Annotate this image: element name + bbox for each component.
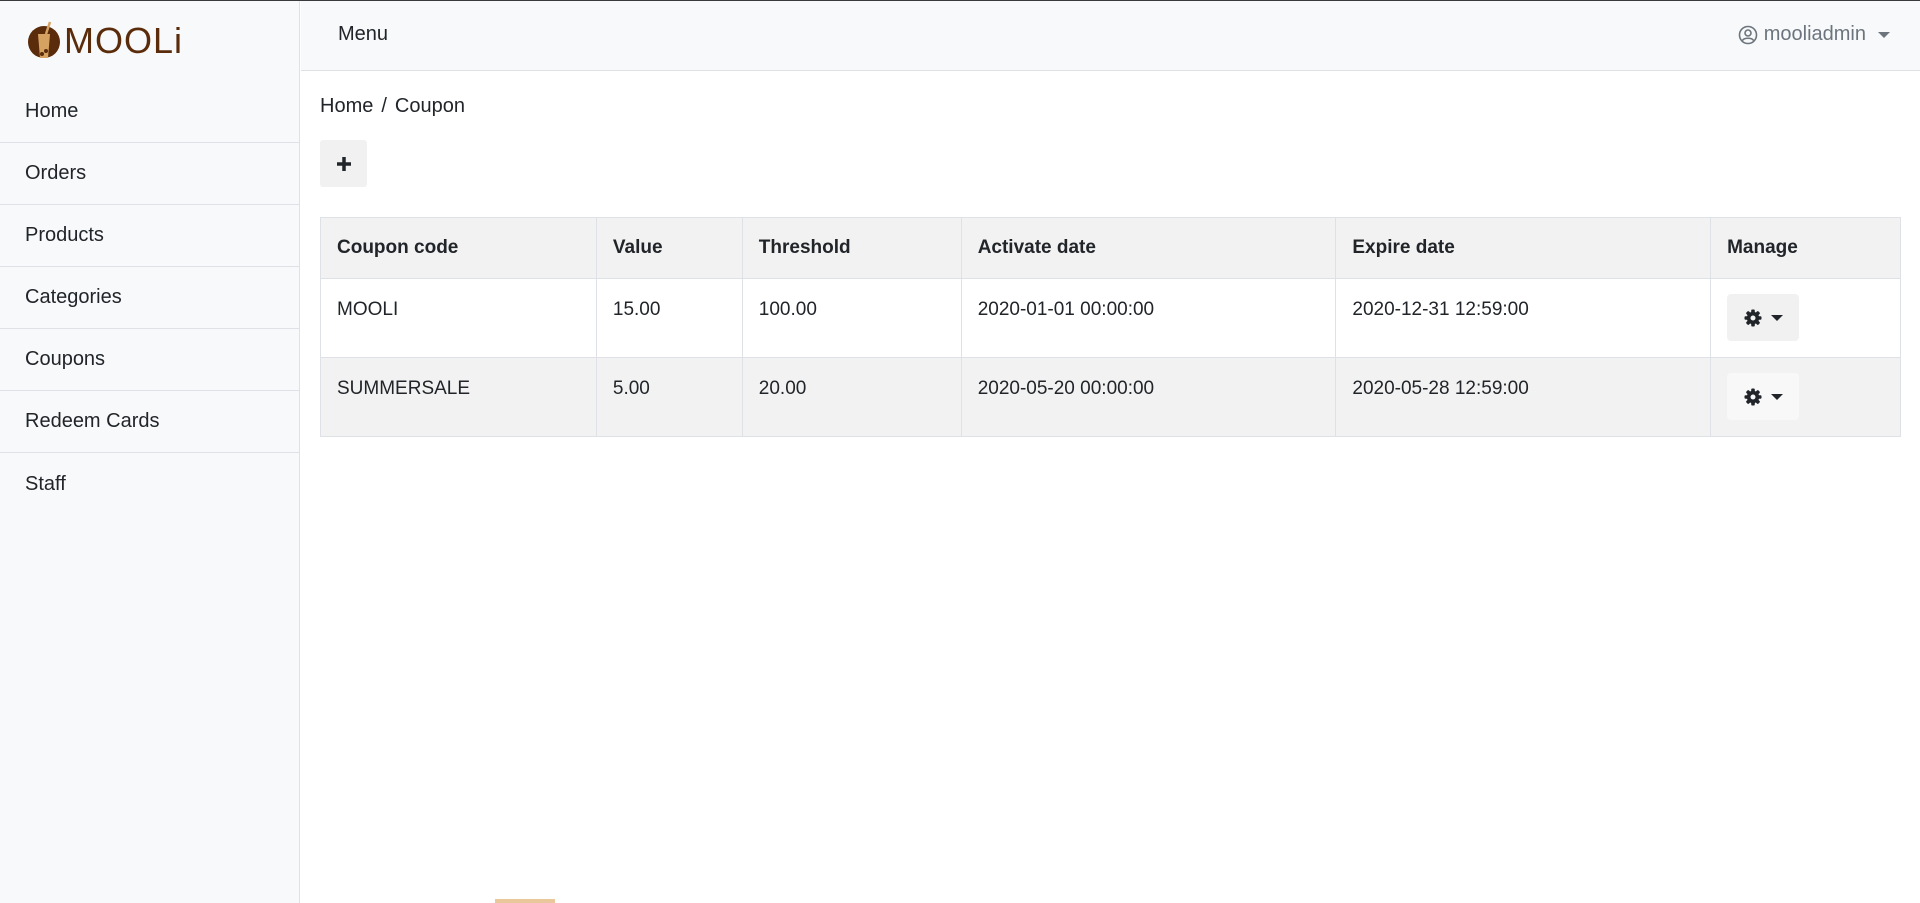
gear-icon <box>1744 309 1762 326</box>
manage-dropdown-button[interactable] <box>1727 373 1800 420</box>
sidebar-item-coupons[interactable]: Coupons <box>0 329 299 391</box>
sidebar-item-orders[interactable]: Orders <box>0 143 299 205</box>
gear-icon <box>1744 388 1762 405</box>
cell-expire-date: 2020-05-28 12:59:00 <box>1335 357 1712 437</box>
column-header-manage: Manage <box>1710 217 1901 279</box>
cell-expire-date: 2020-12-31 12:59:00 <box>1335 278 1712 358</box>
cell-activate-date: 2020-05-20 00:00:00 <box>960 357 1337 437</box>
cell-threshold: 100.00 <box>741 278 962 358</box>
cell-coupon-code: MOOLI <box>320 278 597 358</box>
user-dropdown[interactable]: mooliadmin <box>1738 23 1890 46</box>
menu-toggle[interactable]: Menu <box>338 23 388 46</box>
column-header-expire-date: Expire date <box>1335 217 1712 279</box>
table-row: SUMMERSALE 5.00 20.00 2020-05-20 00:00:0… <box>320 357 1901 437</box>
cell-value: 15.00 <box>595 278 743 358</box>
taskbar-edge <box>495 899 555 903</box>
cell-manage <box>1710 357 1901 437</box>
bubble-tea-logo-icon <box>26 20 62 62</box>
plus-icon <box>336 156 351 171</box>
coupon-table: Coupon code Value Threshold Activate dat… <box>320 217 1901 437</box>
user-name: mooliadmin <box>1763 23 1866 45</box>
sidebar-item-home[interactable]: Home <box>0 81 299 143</box>
column-header-activate-date: Activate date <box>960 217 1337 279</box>
table-header-row: Coupon code Value Threshold Activate dat… <box>320 217 1901 279</box>
chevron-down-icon <box>1770 393 1783 400</box>
table-row: MOOLI 15.00 100.00 2020-01-01 00:00:00 2… <box>320 278 1901 358</box>
cell-value: 5.00 <box>595 357 743 437</box>
sidebar-item-products[interactable]: Products <box>0 205 299 267</box>
breadcrumb: Home / Coupon <box>320 95 465 118</box>
sidebar-item-categories[interactable]: Categories <box>0 267 299 329</box>
cell-coupon-code: SUMMERSALE <box>320 357 597 437</box>
chevron-down-icon <box>1770 314 1783 321</box>
breadcrumb-current: Coupon <box>394 95 465 117</box>
top-navbar: Menu mooliadmin <box>301 1 1920 71</box>
chevron-down-icon <box>1878 31 1890 38</box>
cell-threshold: 20.00 <box>741 357 962 437</box>
sidebar-item-redeem-cards[interactable]: Redeem Cards <box>0 391 299 453</box>
brand-logo[interactable]: MOOLi <box>0 1 299 81</box>
manage-dropdown-button[interactable] <box>1727 294 1800 341</box>
breadcrumb-home[interactable]: Home <box>320 95 373 117</box>
cell-manage <box>1710 278 1901 358</box>
brand-name: MOOLi <box>64 20 184 61</box>
add-coupon-button[interactable] <box>320 140 367 187</box>
cell-activate-date: 2020-01-01 00:00:00 <box>960 278 1337 358</box>
breadcrumb-separator: / <box>381 95 387 117</box>
column-header-value: Value <box>595 217 743 279</box>
sidebar: MOOLi Home Orders Products Categories Co… <box>0 1 300 903</box>
user-circle-icon <box>1738 25 1758 44</box>
column-header-threshold: Threshold <box>741 217 962 279</box>
column-header-coupon-code: Coupon code <box>320 217 597 279</box>
sidebar-item-staff[interactable]: Staff <box>0 453 299 515</box>
